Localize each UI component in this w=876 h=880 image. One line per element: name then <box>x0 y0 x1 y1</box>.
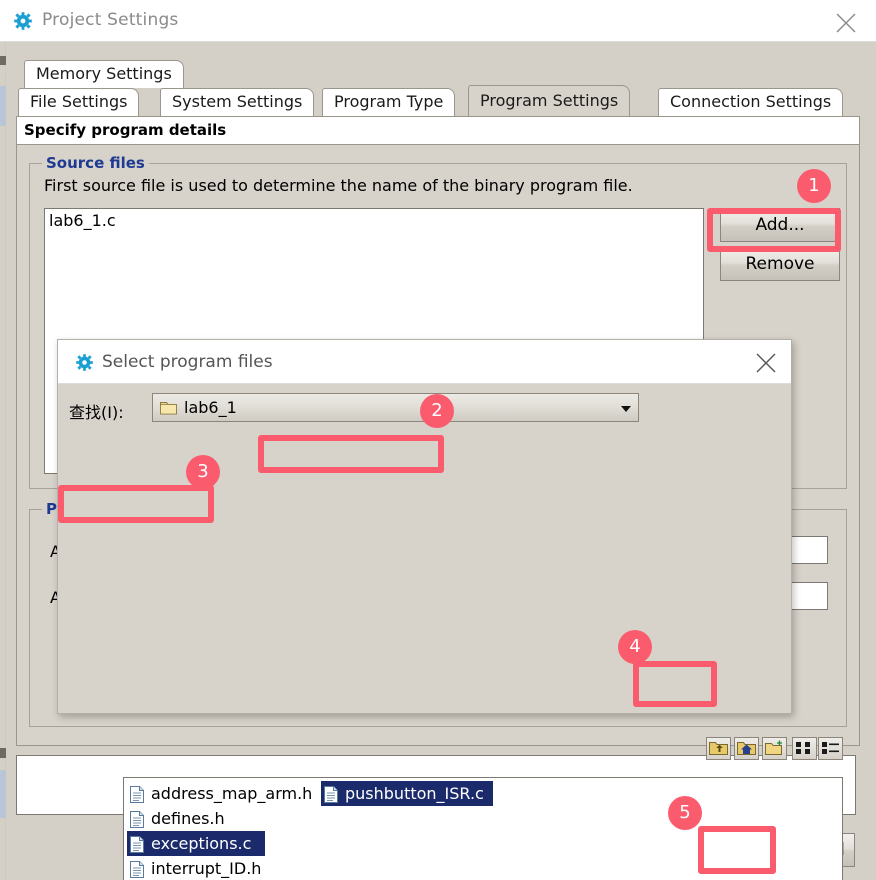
dialog-titlebar: Select program files <box>58 340 791 384</box>
look-in-combo[interactable]: lab6_1 <box>152 393 639 422</box>
tab-label: Connection Settings <box>670 92 832 111</box>
file-icon <box>130 835 144 853</box>
tab-label: File Settings <box>30 92 128 111</box>
list-item[interactable]: address_map_arm.h <box>127 781 317 806</box>
list-item[interactable]: defines.h <box>127 806 317 831</box>
project-settings-window: Project Settings Memory Settings File Se… <box>0 0 876 880</box>
tab-memory-settings[interactable]: Memory Settings <box>24 60 184 88</box>
tab-label: Program Settings <box>480 91 619 110</box>
file-list[interactable]: address_map_arm.h defines.h exceptions.c… <box>123 777 843 880</box>
group-title: Source files <box>42 154 149 172</box>
file-icon <box>130 810 144 828</box>
background-window-edge-3 <box>0 770 6 818</box>
tab-system-settings[interactable]: System Settings <box>160 88 315 116</box>
select-program-files-dialog: Select program files 查找(I): lab6_1 addre… <box>57 339 843 880</box>
detail-view-icon[interactable] <box>818 737 843 760</box>
window-titlebar: Project Settings <box>0 0 876 42</box>
chevron-down-icon[interactable] <box>621 405 631 412</box>
folder-icon <box>160 400 177 419</box>
list-item[interactable]: lab6_1.c <box>45 209 703 232</box>
new-folder-icon[interactable] <box>762 737 787 760</box>
look-in-value: lab6_1 <box>184 398 237 417</box>
file-icon <box>130 860 144 878</box>
look-in-label: 查找(I): <box>69 403 124 422</box>
file-name: defines.h <box>151 809 225 828</box>
parent-folder-icon[interactable] <box>706 737 731 760</box>
background-window-edge-2 <box>0 748 6 758</box>
tab-label: Memory Settings <box>36 64 172 83</box>
page-title: Specify program details <box>17 117 859 145</box>
list-view-icon[interactable] <box>792 737 817 760</box>
window-title: Project Settings <box>42 10 179 30</box>
tab-connection-settings[interactable]: Connection Settings <box>658 88 844 116</box>
tab-file-settings[interactable]: File Settings <box>18 88 140 116</box>
gear-icon <box>76 354 93 371</box>
dialog-title: Select program files <box>102 352 273 372</box>
remove-button[interactable]: Remove <box>720 247 840 281</box>
add-button[interactable]: Add... <box>720 208 840 242</box>
tab-program-type[interactable]: Program Type <box>322 88 456 116</box>
file-name: pushbutton_ISR.c <box>345 784 484 803</box>
close-icon[interactable] <box>755 352 777 374</box>
list-item-selected[interactable]: exceptions.c <box>127 831 265 856</box>
tab-label: Program Type <box>334 92 444 111</box>
home-icon[interactable] <box>734 737 759 760</box>
file-name: exceptions.c <box>151 834 252 853</box>
file-icon <box>130 785 144 803</box>
file-name: address_map_arm.h <box>151 784 313 803</box>
file-icon <box>324 785 338 803</box>
file-name: interrupt_ID.h <box>151 859 262 878</box>
list-item[interactable]: interrupt_ID.h <box>127 856 317 880</box>
list-item-selected[interactable]: pushbutton_ISR.c <box>321 781 493 806</box>
source-files-hint: First source file is used to determine t… <box>44 176 633 195</box>
close-icon[interactable] <box>826 5 866 37</box>
gear-icon <box>14 12 32 30</box>
tab-program-settings[interactable]: Program Settings <box>468 85 631 116</box>
tab-label: System Settings <box>172 92 303 111</box>
